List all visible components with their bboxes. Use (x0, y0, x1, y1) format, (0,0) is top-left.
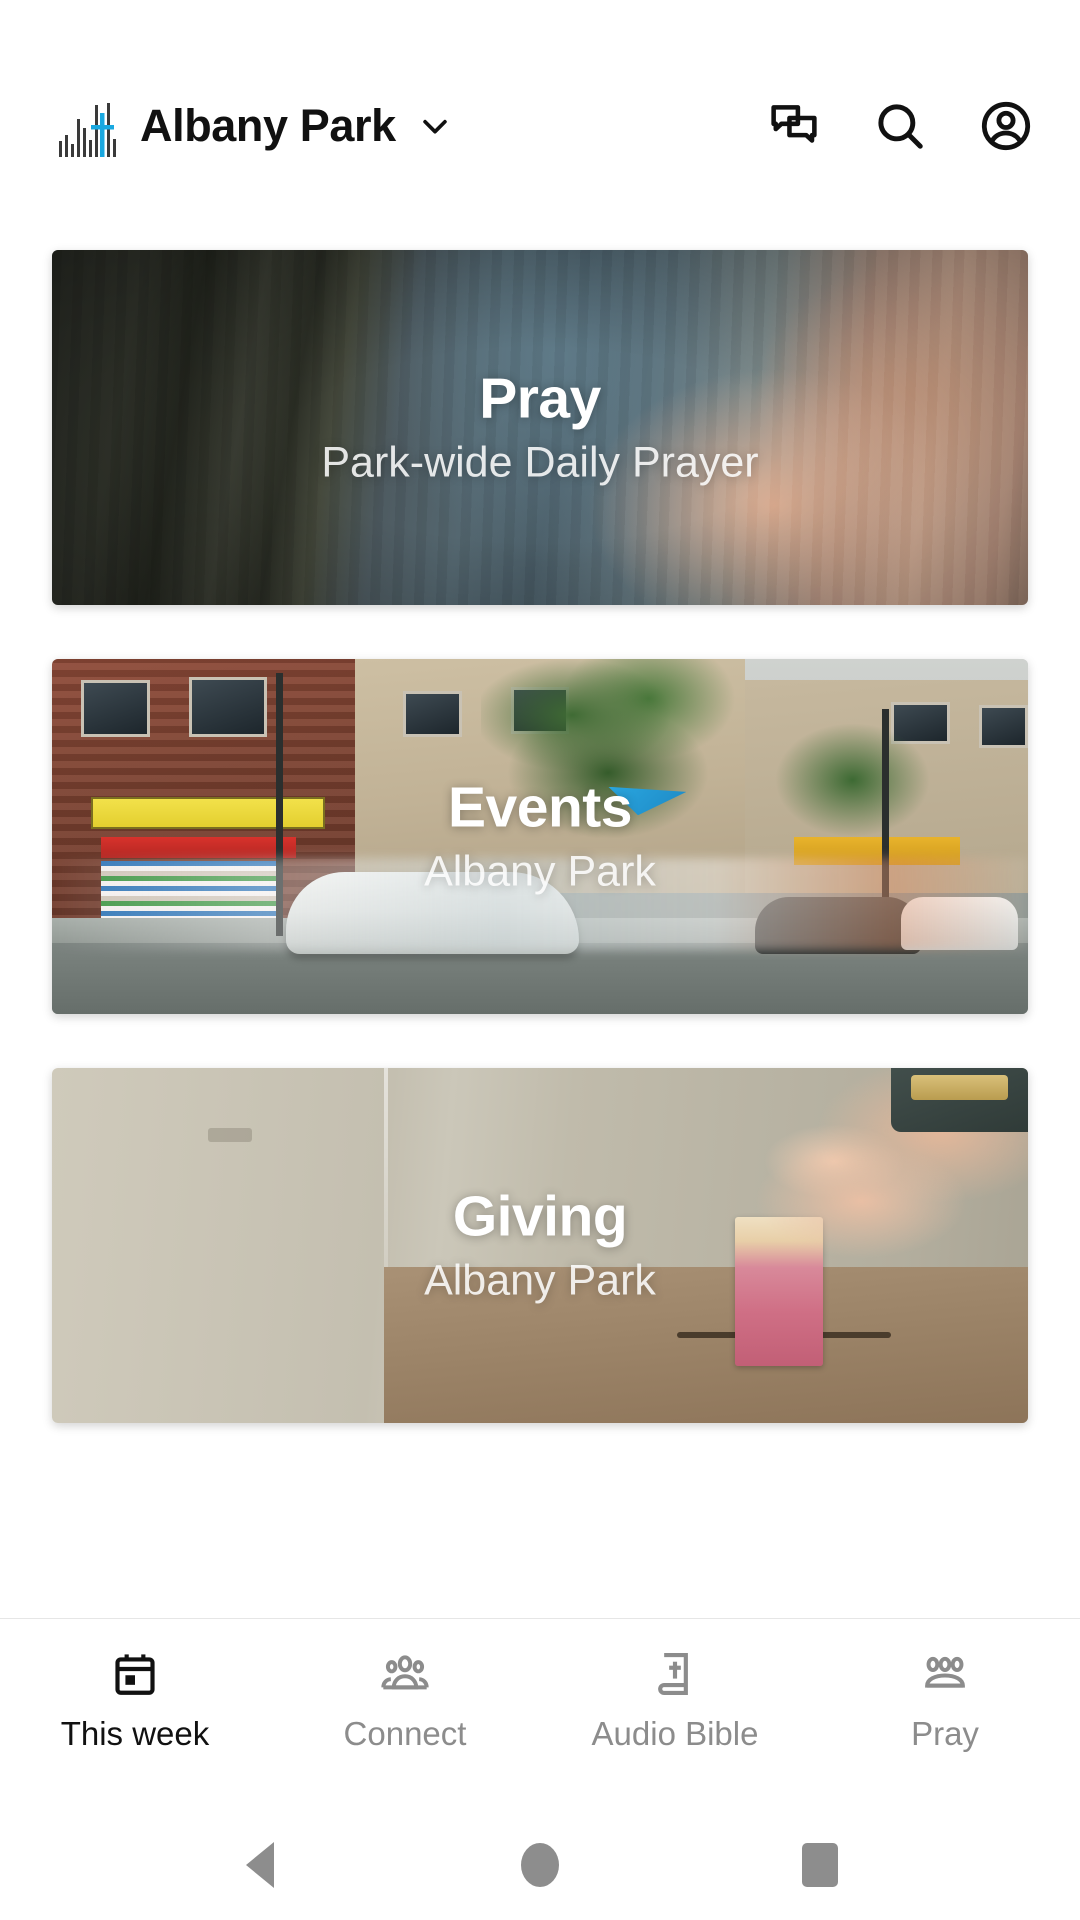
card-subtitle: Park-wide Daily Prayer (321, 438, 759, 487)
bottom-tab-bar: This week Connect Audio Bible Pray (0, 1618, 1080, 1810)
home-circle-icon (521, 1843, 559, 1887)
app-header: Albany Park (0, 62, 1080, 190)
campus-selector[interactable]: Albany Park (58, 95, 766, 157)
tab-label: Connect (343, 1715, 467, 1752)
card-subtitle: Albany Park (424, 1256, 656, 1305)
card-list: Pray Park-wide Daily Prayer Events Alban… (0, 190, 1080, 1618)
home-button[interactable] (504, 1829, 576, 1901)
tab-connect[interactable]: Connect (270, 1645, 540, 1750)
back-triangle-icon (246, 1842, 274, 1888)
bible-cross-icon (650, 1645, 700, 1703)
app-screen: Albany Park Pray Park-wide Daily Prayer … (0, 0, 1080, 1920)
tab-pray[interactable]: Pray (810, 1645, 1080, 1750)
recents-square-icon (802, 1843, 838, 1887)
tab-label: Audio Bible (591, 1715, 759, 1752)
chat-bubbles-icon[interactable] (766, 98, 822, 154)
card-subtitle: Albany Park (424, 847, 656, 896)
calendar-icon (110, 1645, 160, 1703)
card-events[interactable]: Events Albany Park (52, 659, 1028, 1014)
card-events-text: Events Albany Park (52, 777, 1028, 896)
chevron-down-icon[interactable] (418, 109, 452, 143)
header-actions (766, 98, 1034, 154)
card-title: Pray (479, 366, 601, 431)
system-navigation-bar (0, 1810, 1080, 1920)
card-title: Giving (452, 1184, 628, 1249)
recents-button[interactable] (784, 1829, 856, 1901)
tab-audio-bible[interactable]: Audio Bible (540, 1645, 810, 1750)
tab-this-week[interactable]: This week (0, 1645, 270, 1750)
skyline-cross-logo-icon (58, 95, 116, 157)
card-pray[interactable]: Pray Park-wide Daily Prayer (52, 250, 1028, 605)
search-icon[interactable] (872, 98, 928, 154)
status-bar-spacer (0, 0, 1080, 62)
card-giving-text: Giving Albany Park (52, 1186, 1028, 1305)
people-group-icon (920, 1645, 970, 1703)
tab-label: This week (60, 1715, 210, 1752)
card-giving[interactable]: Giving Albany Park (52, 1068, 1028, 1423)
back-button[interactable] (224, 1829, 296, 1901)
card-title: Events (448, 775, 632, 840)
account-circle-icon[interactable] (978, 98, 1034, 154)
page-title: Albany Park (140, 100, 396, 151)
people-group-icon (380, 1645, 430, 1703)
tab-label: Pray (911, 1715, 979, 1752)
card-pray-text: Pray Park-wide Daily Prayer (52, 368, 1028, 487)
